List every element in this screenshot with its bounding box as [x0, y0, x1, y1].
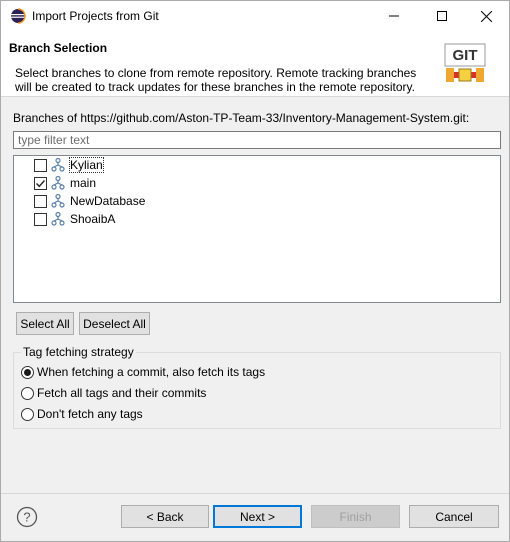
- branch-item-main[interactable]: main: [34, 174, 96, 192]
- svg-text:?: ?: [23, 510, 30, 525]
- eclipse-icon: [11, 8, 26, 24]
- tag-strategy-legend: Tag fetching strategy: [21, 345, 136, 359]
- next-button[interactable]: Next >: [213, 505, 302, 528]
- window-title: Import Projects from Git: [32, 9, 159, 23]
- description-line-2: will be created to track updates for the…: [15, 80, 415, 94]
- radio-button[interactable]: [21, 407, 34, 421]
- checkmark-icon: [36, 179, 46, 187]
- branch-label: NewDatabase: [70, 194, 146, 208]
- maximize-button[interactable]: [419, 1, 465, 31]
- branch-list[interactable]: Kylian main NewDatabase ShoaibA: [13, 155, 501, 303]
- branch-icon: [51, 157, 65, 172]
- deselect-all-button[interactable]: Deselect All: [79, 312, 150, 335]
- close-button[interactable]: [463, 1, 509, 31]
- branch-checkbox[interactable]: [34, 212, 47, 226]
- branch-icon: [51, 175, 65, 190]
- radio-selected-dot: [24, 368, 31, 376]
- radio-label: Fetch all tags and their commits: [37, 386, 207, 400]
- branch-checkbox[interactable]: [34, 194, 47, 208]
- cancel-button[interactable]: Cancel: [409, 505, 499, 528]
- description-line-1: Select branches to clone from remote rep…: [15, 66, 417, 80]
- branch-icon: [51, 211, 65, 226]
- finish-button[interactable]: Finish: [311, 505, 400, 528]
- page-title: Branch Selection: [9, 41, 108, 55]
- wizard-header: Branch Selection Select branches to clon…: [1, 31, 509, 97]
- branch-item-newdatabase[interactable]: NewDatabase: [34, 192, 145, 210]
- radio-fetch-all-tags[interactable]: Fetch all tags and their commits: [21, 385, 206, 401]
- git-logo-text: GIT: [453, 47, 478, 64]
- git-logo-icon: GIT: [444, 43, 486, 82]
- branch-label: ShoaibA: [70, 212, 116, 226]
- radio-label: When fetching a commit, also fetch its t…: [37, 365, 266, 379]
- import-dialog: Import Projects from Git Branch Selectio…: [0, 0, 510, 542]
- branch-label: main: [70, 176, 97, 190]
- close-icon: [480, 10, 492, 22]
- minimize-button[interactable]: [371, 1, 417, 31]
- minimize-icon: [389, 15, 399, 17]
- radio-no-tags[interactable]: Don't fetch any tags: [21, 406, 143, 422]
- branch-item-shoaiba[interactable]: ShoaibA: [34, 210, 115, 228]
- branch-checkbox[interactable]: [34, 158, 47, 172]
- branch-icon: [51, 193, 65, 208]
- page-description: Select branches to clone from remote rep…: [15, 66, 435, 94]
- branch-checkbox[interactable]: [34, 176, 47, 190]
- branch-item-kylian[interactable]: Kylian: [34, 156, 104, 174]
- radio-fetch-commit-tags[interactable]: When fetching a commit, also fetch its t…: [21, 364, 265, 380]
- branches-label: Branches of https://github.com/Aston-TP-…: [13, 111, 470, 125]
- back-button[interactable]: < Back: [121, 505, 209, 528]
- maximize-icon: [437, 11, 447, 21]
- title-bar: Import Projects from Git: [1, 1, 509, 31]
- branch-filter-input[interactable]: [13, 131, 501, 149]
- radio-button[interactable]: [21, 386, 34, 400]
- radio-label: Don't fetch any tags: [37, 407, 143, 421]
- branch-label: Kylian: [69, 157, 104, 173]
- select-all-button[interactable]: Select All: [16, 312, 74, 335]
- radio-button[interactable]: [21, 365, 34, 379]
- footer-separator: [1, 493, 509, 494]
- help-icon[interactable]: ?: [16, 506, 38, 528]
